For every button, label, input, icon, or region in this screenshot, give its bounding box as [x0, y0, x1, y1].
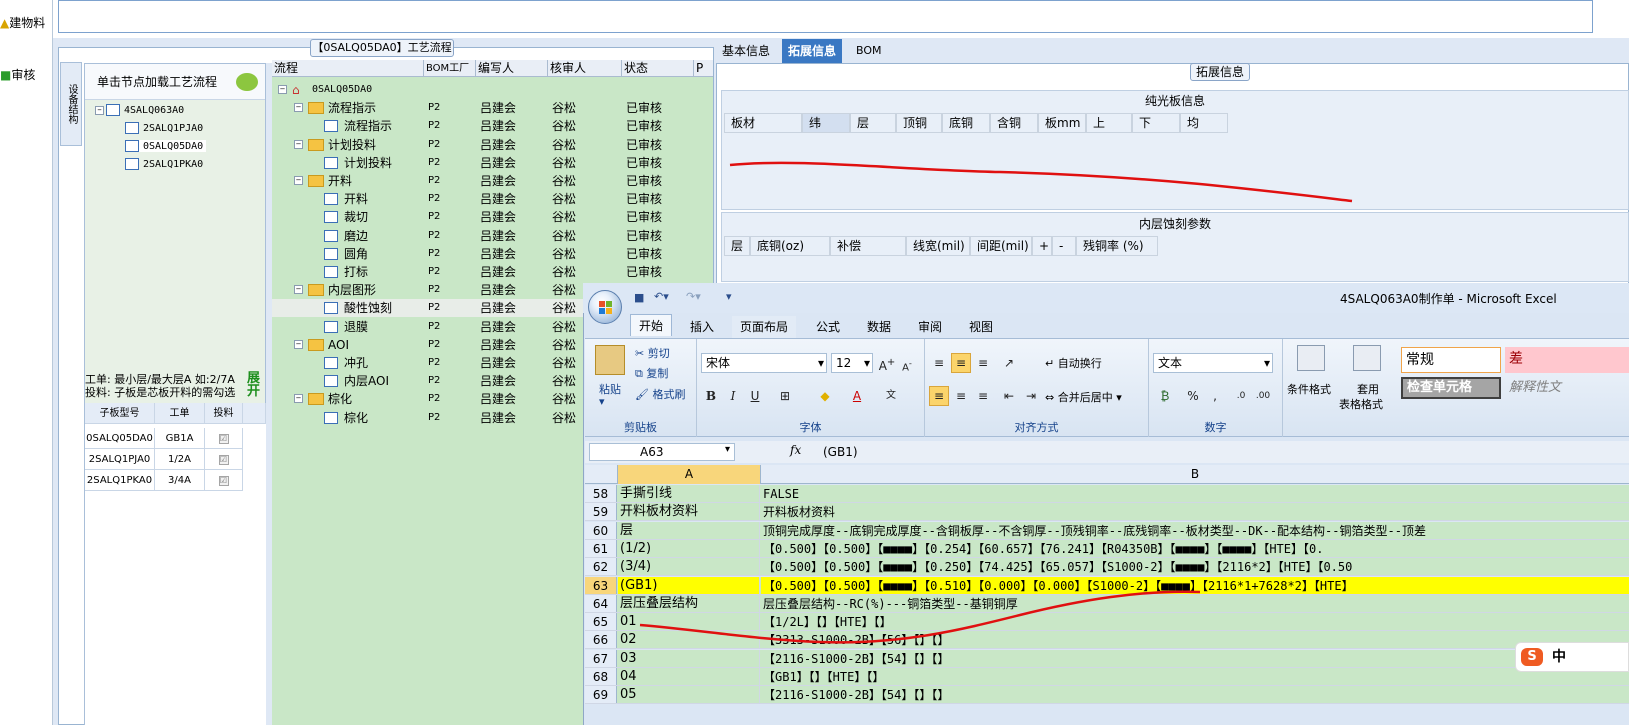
annotation-stroke	[729, 161, 1353, 203]
annotation-overlay	[639, 161, 1353, 644]
sogou-icon: S	[1521, 648, 1543, 666]
annotation-stroke	[639, 590, 1201, 644]
